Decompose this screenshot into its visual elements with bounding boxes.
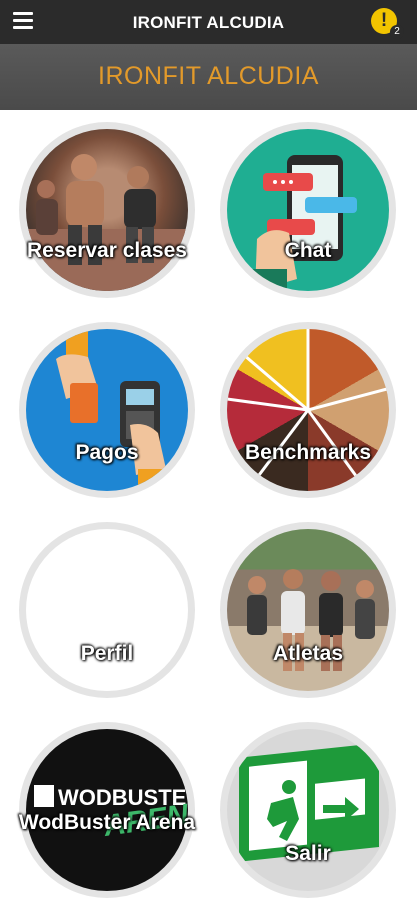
- athletes-running-photo: [26, 129, 188, 291]
- atletas-button[interactable]: Atletas: [220, 522, 396, 698]
- card-payment-terminal-icon: [26, 329, 188, 491]
- wodbuster-arena-button[interactable]: WODBUSTER ARENA WodBuster Arena: [19, 722, 195, 898]
- chat-button[interactable]: Chat: [220, 122, 396, 298]
- sports-collage-photo: [227, 329, 389, 491]
- menu-label: Pagos: [75, 441, 139, 464]
- menu-label: Reservar clases: [27, 239, 187, 262]
- notification-count-badge: 2: [390, 25, 404, 39]
- notification-button[interactable]: ! 2: [371, 8, 404, 39]
- menu-label: WodBuster Arena: [18, 811, 196, 834]
- title-banner: IRONFIT ALCUDIA: [0, 44, 417, 110]
- perfil-button[interactable]: Perfil: [19, 522, 195, 698]
- banner-title: IRONFIT ALCUDIA: [98, 62, 319, 90]
- app-title: IRONFIT ALCUDIA: [132, 13, 285, 32]
- salir-button[interactable]: Salir: [220, 722, 396, 898]
- phone-chat-bubbles-icon: [227, 129, 389, 291]
- menu-label: Atletas: [272, 642, 344, 665]
- menu-label: Benchmarks: [244, 441, 372, 464]
- pagos-button[interactable]: Pagos: [19, 322, 195, 498]
- menu-label: Chat: [284, 239, 332, 262]
- reservar-clases-button[interactable]: Reservar clases: [19, 122, 195, 298]
- menu-label: Salir: [285, 842, 331, 865]
- menu-label: Perfil: [80, 642, 134, 665]
- top-app-bar: IRONFIT ALCUDIA ! 2: [0, 0, 417, 44]
- benchmarks-button[interactable]: Benchmarks: [220, 322, 396, 498]
